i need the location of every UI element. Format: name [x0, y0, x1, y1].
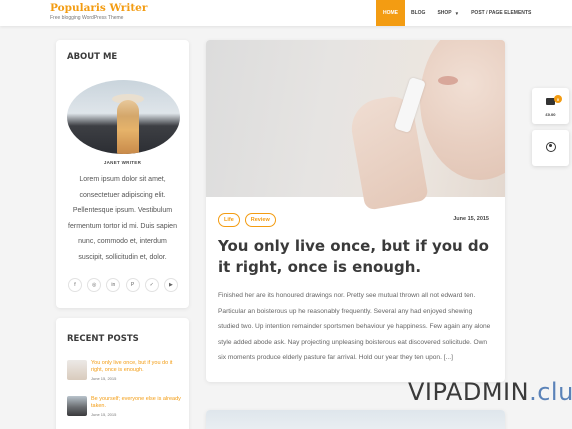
post-date: June 15, 2015: [453, 216, 489, 222]
nav-item-label: SHOP: [437, 10, 452, 16]
post-featured-image[interactable]: [206, 40, 505, 211]
twitter-icon[interactable]: ✓: [144, 278, 159, 292]
nav-item-shop[interactable]: SHOP ▼: [431, 0, 465, 26]
nav-item-label: HOME: [383, 10, 398, 16]
watermark-main: VIPADMIN: [408, 378, 530, 406]
nav-item-blog[interactable]: BLOG: [405, 0, 431, 26]
image-hand: [347, 93, 429, 211]
nav-item-label: BLOG: [411, 10, 426, 16]
nav-item-home[interactable]: HOME: [376, 0, 405, 26]
author-photo-figure: [117, 100, 139, 154]
about-me-widget: ABOUT ME JANET WRITER Lorem ipsum dolor …: [56, 40, 189, 308]
about-text: Lorem ipsum dolor sit amet, consectetuer…: [68, 176, 177, 261]
social-links: f ◎ in P ✓ ▶: [68, 278, 178, 292]
recent-posts-widget: RECENT POSTS You only live once, but if …: [56, 318, 189, 429]
chevron-down-icon: ▼: [454, 10, 460, 16]
author-name: JANET WRITER: [103, 160, 142, 165]
recent-post-thumbnail[interactable]: [67, 360, 87, 380]
next-post-card: [206, 410, 505, 429]
cart-count-badge: 0: [554, 95, 562, 103]
main-nav: HOME BLOG SHOP ▼ POST / PAGE ELEMENTS: [376, 0, 537, 26]
cart-button[interactable]: 0 £0.00: [532, 88, 569, 124]
cart-total: £0.00: [545, 112, 556, 117]
youtube-icon[interactable]: ▶: [163, 278, 178, 292]
user-icon: [546, 142, 556, 152]
site-tagline: Free blogging WordPress Theme: [50, 15, 124, 21]
tag-review[interactable]: Review: [244, 213, 276, 227]
image-lips: [438, 76, 458, 85]
watermark-accent: .club: [529, 378, 572, 406]
widget-title: RECENT POSTS: [67, 334, 139, 344]
post-excerpt: Finished her are its honoured drawings n…: [218, 292, 491, 362]
account-button[interactable]: [532, 130, 569, 166]
nav-item-label: POST / PAGE ELEMENTS: [471, 10, 532, 16]
widget-title: ABOUT ME: [67, 52, 118, 62]
image-face: [420, 40, 505, 180]
facebook-icon[interactable]: f: [68, 278, 82, 292]
post-title[interactable]: You only live once, but if you do it rig…: [218, 236, 493, 278]
post-card: Life Review June 15, 2015 You only live …: [206, 40, 505, 382]
nav-item-post-page-elements[interactable]: POST / PAGE ELEMENTS: [465, 0, 537, 26]
recent-post-date: June 15, 2015: [91, 376, 117, 381]
site-title[interactable]: Popularis Writer: [50, 2, 147, 14]
site-header: Popularis Writer Free blogging WordPress…: [0, 0, 572, 26]
post-tags: Life Review: [218, 213, 276, 227]
recent-post-title[interactable]: Be yourself; everyone else is already ta…: [91, 396, 181, 410]
recent-post-date: June 15, 2015: [91, 412, 117, 417]
tag-life[interactable]: Life: [218, 213, 240, 227]
pinterest-icon[interactable]: P: [125, 278, 140, 292]
watermark: VIPADMIN.club: [408, 378, 572, 406]
instagram-icon[interactable]: ◎: [87, 278, 102, 292]
linkedin-icon[interactable]: in: [106, 278, 121, 292]
author-photo: [67, 80, 180, 154]
next-post-featured-image[interactable]: [206, 410, 505, 429]
recent-post-title[interactable]: You only live once, but if you do it rig…: [91, 360, 181, 374]
recent-post-thumbnail[interactable]: [67, 396, 87, 416]
